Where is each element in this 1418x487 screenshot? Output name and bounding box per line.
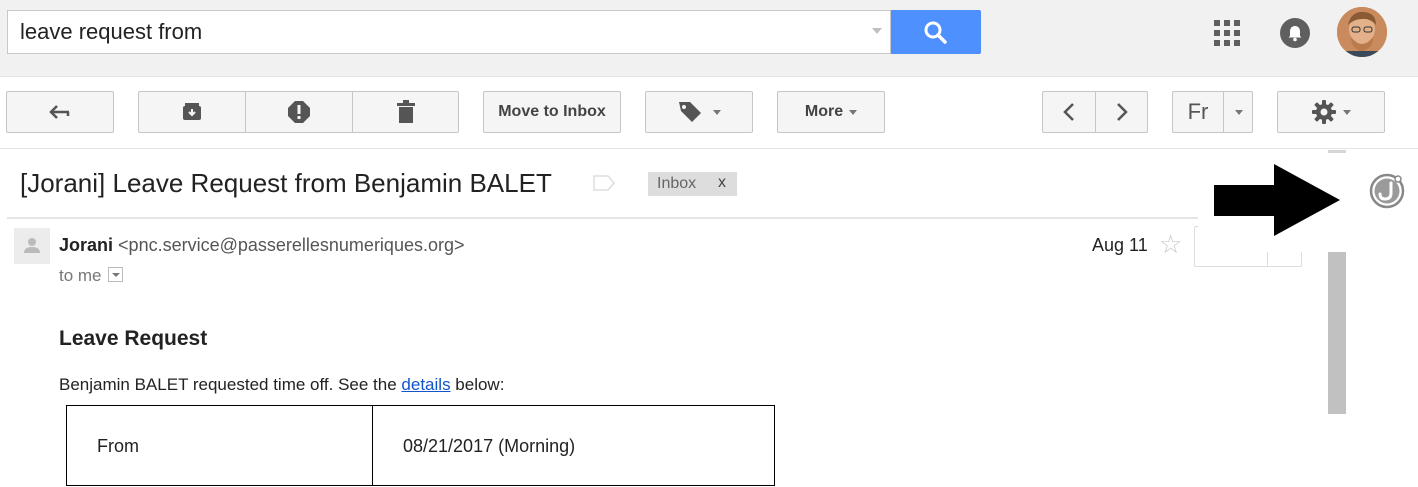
label-tag-icon (679, 102, 701, 122)
details-link[interactable]: details (401, 375, 450, 394)
sender-line: Jorani <pnc.service@passerellesnumerique… (59, 235, 465, 256)
search-input[interactable] (20, 11, 860, 53)
sender-email: <pnc.service@passerellesnumeriques.org> (118, 235, 465, 255)
notifications-bell-icon[interactable] (1280, 18, 1310, 48)
search-options-dropdown-icon[interactable] (872, 28, 882, 34)
scrollbar-thumb[interactable] (1328, 252, 1346, 414)
pagination-group (1042, 91, 1148, 133)
sender-name[interactable]: Jorani (59, 235, 113, 255)
back-button[interactable] (6, 91, 114, 133)
more-button[interactable]: More (777, 91, 885, 133)
body-intro: Benjamin BALET requested time off. See t… (59, 375, 504, 395)
labels-button[interactable] (645, 91, 753, 133)
recipient-line: to me (59, 266, 123, 286)
label-chip-text: Inbox (657, 175, 697, 192)
toolbar-divider (0, 148, 1418, 149)
recipient-text: to me (59, 266, 102, 285)
inbox-label-chip: Inbox x (648, 172, 737, 196)
archive-button[interactable] (139, 92, 245, 132)
jorani-logo-icon[interactable] (1369, 173, 1405, 209)
remove-label-button[interactable]: x (718, 174, 726, 192)
table-cell-value: 08/21/2017 (Morning) (372, 405, 775, 486)
default-avatar-icon (24, 238, 40, 253)
leave-details-table: From 08/21/2017 (Morning) (66, 405, 775, 486)
table-cell-label: From (66, 405, 373, 486)
input-language-dropdown[interactable] (1224, 92, 1253, 132)
input-tools-group: Fr (1172, 91, 1253, 133)
chevron-right-icon (1117, 103, 1128, 121)
star-icon[interactable]: ☆ (1159, 231, 1182, 257)
older-button[interactable] (1096, 92, 1148, 132)
scrollbar-top (1328, 150, 1346, 153)
gear-icon (1312, 100, 1336, 124)
back-arrow-icon (49, 105, 70, 119)
report-spam-icon (288, 101, 310, 123)
settings-button[interactable] (1277, 91, 1385, 133)
body-heading: Leave Request (59, 327, 208, 350)
delete-button[interactable] (353, 92, 459, 132)
search-box[interactable] (7, 10, 891, 54)
input-language-button[interactable]: Fr (1173, 92, 1223, 132)
report-spam-button[interactable] (246, 92, 352, 132)
subject-divider (7, 217, 1200, 219)
apps-grid-icon[interactable] (1214, 20, 1240, 46)
message-actions-group (138, 91, 459, 133)
search-button[interactable] (891, 10, 981, 54)
chevron-down-icon (713, 109, 721, 115)
chevron-down-icon (1343, 109, 1351, 115)
email-subject: [Jorani] Leave Request from Benjamin BAL… (20, 168, 552, 198)
message-date: Aug 11 (1092, 235, 1148, 255)
chevron-down-icon (849, 109, 858, 115)
input-language-label: Fr (1187, 99, 1209, 124)
annotation-arrow-icon (1214, 164, 1340, 236)
body-intro-after: below: (450, 375, 505, 394)
chevron-left-icon (1063, 103, 1074, 121)
newer-button[interactable] (1043, 92, 1095, 132)
importance-marker-icon[interactable] (593, 175, 615, 191)
body-intro-before: Benjamin BALET requested time off. See t… (59, 375, 402, 394)
account-avatar[interactable] (1337, 7, 1387, 57)
archive-icon (183, 103, 201, 120)
delete-icon (397, 100, 415, 123)
move-to-inbox-label: Move to Inbox (498, 103, 606, 120)
table-row: From 08/21/2017 (Morning) (66, 405, 775, 486)
chevron-down-icon (1234, 109, 1243, 115)
more-label: More (804, 103, 844, 120)
sender-avatar (14, 228, 50, 264)
search-icon (924, 21, 947, 44)
show-details-dropdown-icon[interactable] (107, 267, 123, 283)
move-to-inbox-button[interactable]: Move to Inbox (483, 91, 621, 133)
